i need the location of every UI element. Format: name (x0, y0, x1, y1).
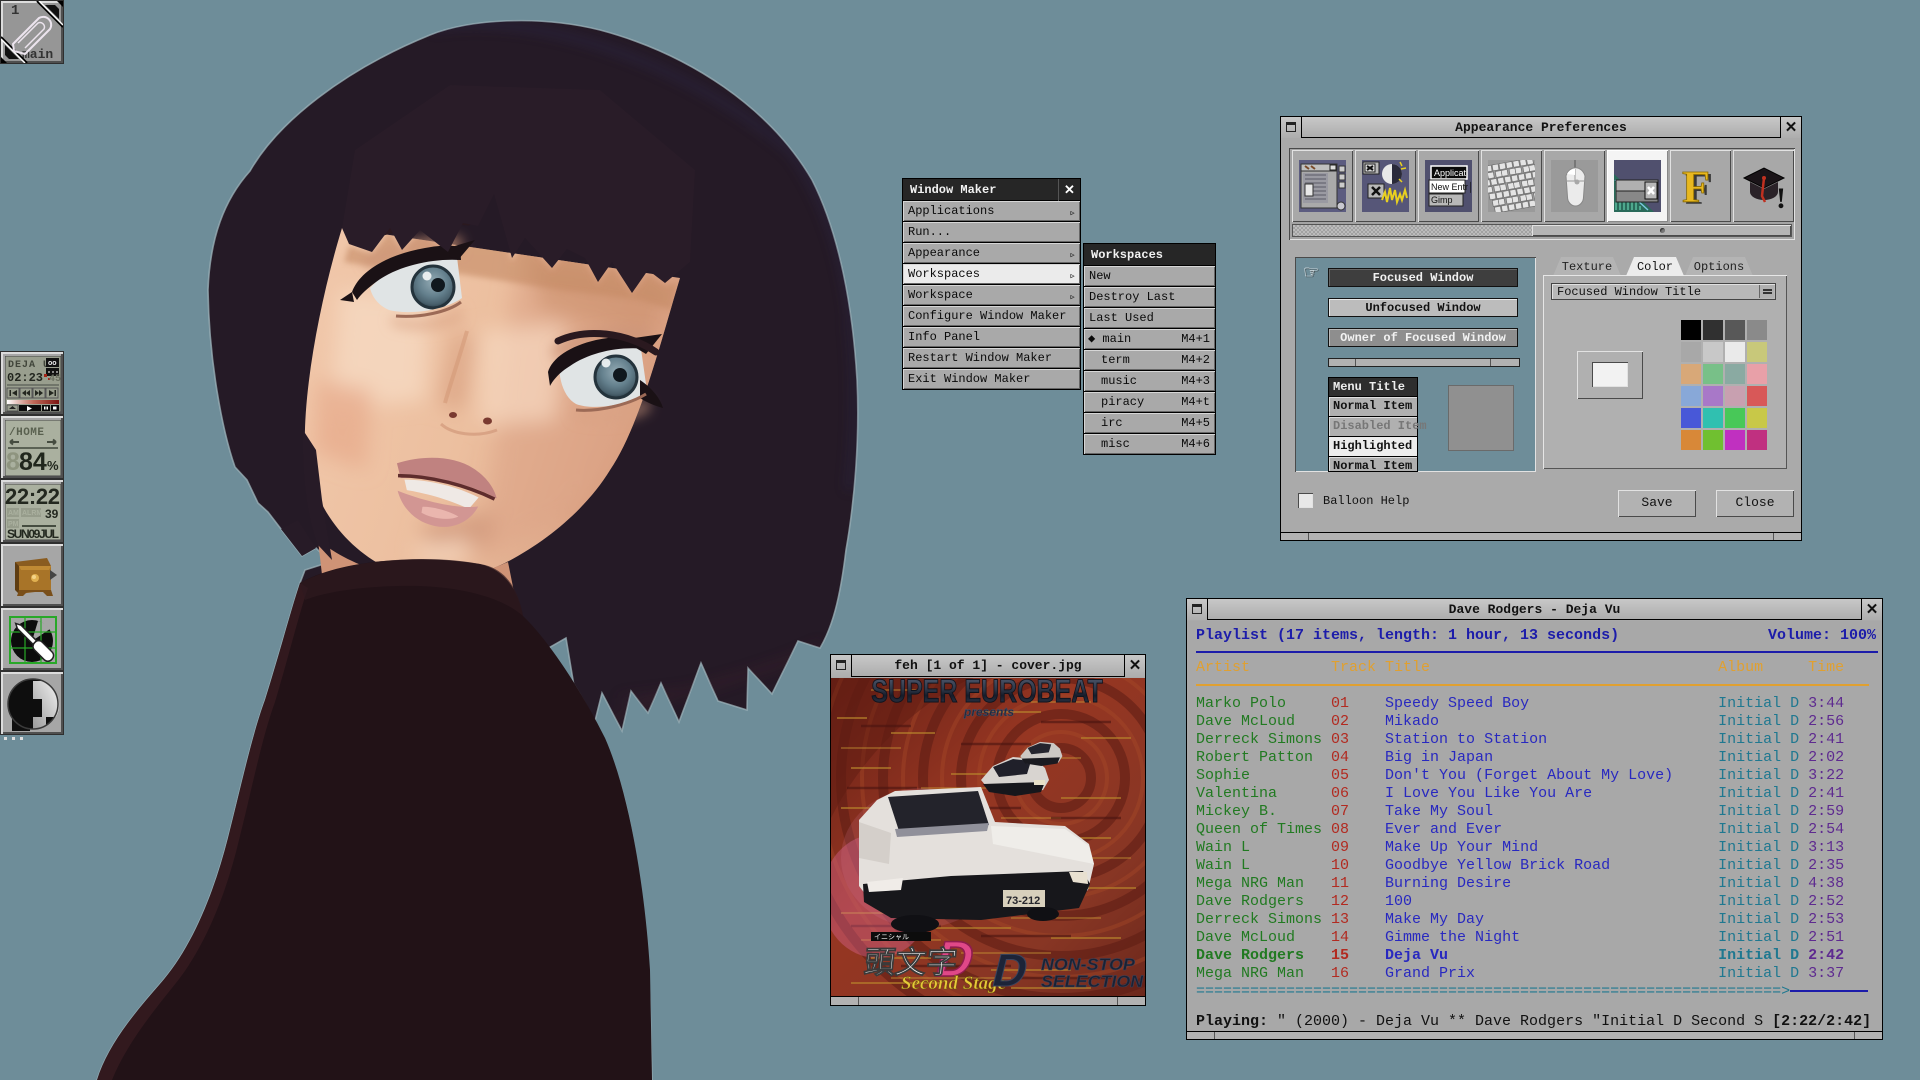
svg-text:!: ! (1776, 182, 1786, 212)
svg-text:22:22: 22:22 (5, 484, 60, 509)
svg-text:%: % (47, 458, 59, 473)
svg-text:84: 84 (19, 448, 47, 476)
svg-text:02:23: 02:23 (7, 371, 43, 385)
svg-text:イニシャル: イニシャル (874, 934, 909, 941)
svg-text:ALRM: ALRM (22, 510, 42, 517)
svg-text:DEJA U: DEJA U (8, 360, 50, 371)
svg-text:New Entr│: New Entr│ (1431, 181, 1472, 193)
svg-text:8: 8 (6, 448, 20, 476)
svg-text:presents: presents (963, 705, 1014, 719)
svg-text:Applicati: Applicati (1434, 168, 1468, 178)
svg-text:SUN09JUL: SUN09JUL (7, 527, 59, 540)
svg-text:F: F (1682, 161, 1710, 212)
svg-text:73-212: 73-212 (1006, 895, 1040, 907)
svg-text:Gimp: Gimp (1431, 195, 1453, 205)
svg-text:45: 45 (49, 374, 61, 385)
svg-text:oo: oo (48, 360, 57, 367)
svg-text:/HOME: /HOME (9, 427, 45, 439)
svg-text:39: 39 (45, 507, 59, 521)
svg-text:AM: AM (8, 510, 19, 517)
svg-text:SELECTION: SELECTION (1041, 971, 1144, 991)
